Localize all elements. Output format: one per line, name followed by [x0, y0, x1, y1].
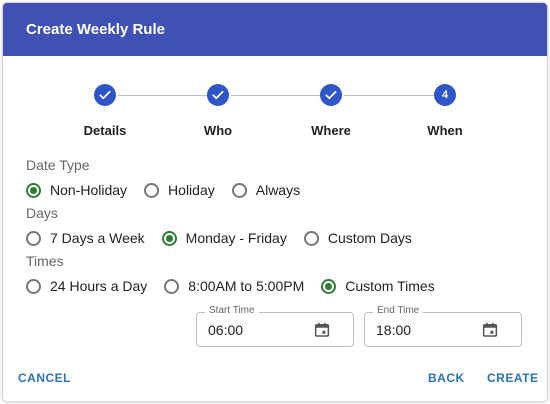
start-time-input[interactable]: 06:00 — [208, 322, 243, 338]
radio-label: Custom Days — [327, 230, 412, 246]
radio-checked-icon[interactable] — [161, 230, 177, 246]
radio-option-holiday[interactable]: Holiday — [144, 182, 215, 198]
radio-unchecked-icon[interactable] — [144, 182, 160, 198]
step-complete-circle — [207, 84, 229, 106]
radio-label: Non-Holiday — [50, 182, 128, 198]
radio-checked-icon[interactable] — [321, 278, 337, 294]
step-who[interactable]: Who — [163, 84, 273, 138]
radio-label: Custom Times — [345, 278, 435, 294]
radio-label: 7 Days a Week — [50, 230, 145, 246]
radio-unchecked-icon[interactable] — [303, 230, 319, 246]
radio-checked-icon[interactable] — [26, 182, 41, 198]
check-icon — [99, 90, 111, 100]
step-number-circle: 4 — [434, 84, 456, 106]
radio-label: 8:00AM to 5:00PM — [188, 278, 305, 294]
check-icon — [212, 90, 224, 100]
radio-unchecked-icon[interactable] — [231, 182, 247, 198]
calendar-icon[interactable] — [313, 321, 331, 339]
create-weekly-rule-dialog: Create Weekly Rule Details Who Where 4 W — [3, 3, 547, 401]
times-radio-group: 24 Hours a Day 8:00AM to 5:00PM Custom T… — [26, 278, 452, 294]
radio-option-monday-friday[interactable]: Monday - Friday — [161, 230, 287, 246]
step-details[interactable]: Details — [50, 84, 160, 138]
radio-option-custom-times[interactable]: Custom Times — [321, 278, 435, 294]
start-time-field[interactable]: Start Time 06:00 — [196, 305, 354, 347]
radio-option-non-holiday[interactable]: Non-Holiday — [26, 182, 127, 198]
step-label: When — [427, 123, 463, 138]
radio-option-8am-5pm[interactable]: 8:00AM to 5:00PM — [164, 278, 304, 294]
dialog-header: Create Weekly Rule — [3, 3, 547, 56]
radio-label: Holiday — [168, 182, 215, 198]
radio-label: Monday - Friday — [185, 230, 287, 246]
step-label: Who — [203, 123, 233, 138]
step-where[interactable]: Where — [276, 84, 386, 138]
radio-label: Always — [255, 182, 301, 198]
date-type-label: Date Type — [26, 157, 90, 173]
days-radio-group: 7 Days a Week Monday - Friday Custom Day… — [26, 230, 429, 246]
radio-unchecked-icon[interactable] — [164, 278, 180, 294]
radio-option-7-days[interactable]: 7 Days a Week — [26, 230, 145, 246]
radio-option-custom-days[interactable]: Custom Days — [303, 230, 412, 246]
radio-option-24-hours[interactable]: 24 Hours a Day — [26, 278, 147, 294]
radio-label: 24 Hours a Day — [50, 278, 148, 294]
radio-unchecked-icon[interactable] — [26, 230, 41, 246]
times-label: Times — [26, 253, 64, 269]
dialog-title: Create Weekly Rule — [26, 21, 165, 38]
step-label: Details — [83, 123, 127, 138]
step-complete-circle — [94, 84, 116, 106]
date-type-radio-group: Non-Holiday Holiday Always — [26, 182, 317, 198]
days-label: Days — [26, 205, 58, 221]
step-when[interactable]: 4 When — [390, 84, 500, 138]
step-label: Where — [311, 123, 351, 138]
radio-option-always[interactable]: Always — [231, 182, 301, 198]
step-complete-circle — [320, 84, 342, 106]
calendar-icon[interactable] — [481, 321, 499, 339]
check-icon — [325, 90, 337, 100]
cancel-button[interactable]: CANCEL — [18, 371, 71, 385]
start-time-label: Start Time — [205, 305, 259, 316]
stepper: Details Who Where 4 When — [3, 84, 547, 144]
end-time-label: End Time — [373, 305, 424, 316]
back-button[interactable]: BACK — [428, 371, 465, 385]
end-time-input[interactable]: 18:00 — [376, 322, 411, 338]
end-time-field[interactable]: End Time 18:00 — [364, 305, 522, 347]
radio-unchecked-icon[interactable] — [26, 278, 41, 294]
create-button[interactable]: CREATE — [487, 371, 538, 385]
